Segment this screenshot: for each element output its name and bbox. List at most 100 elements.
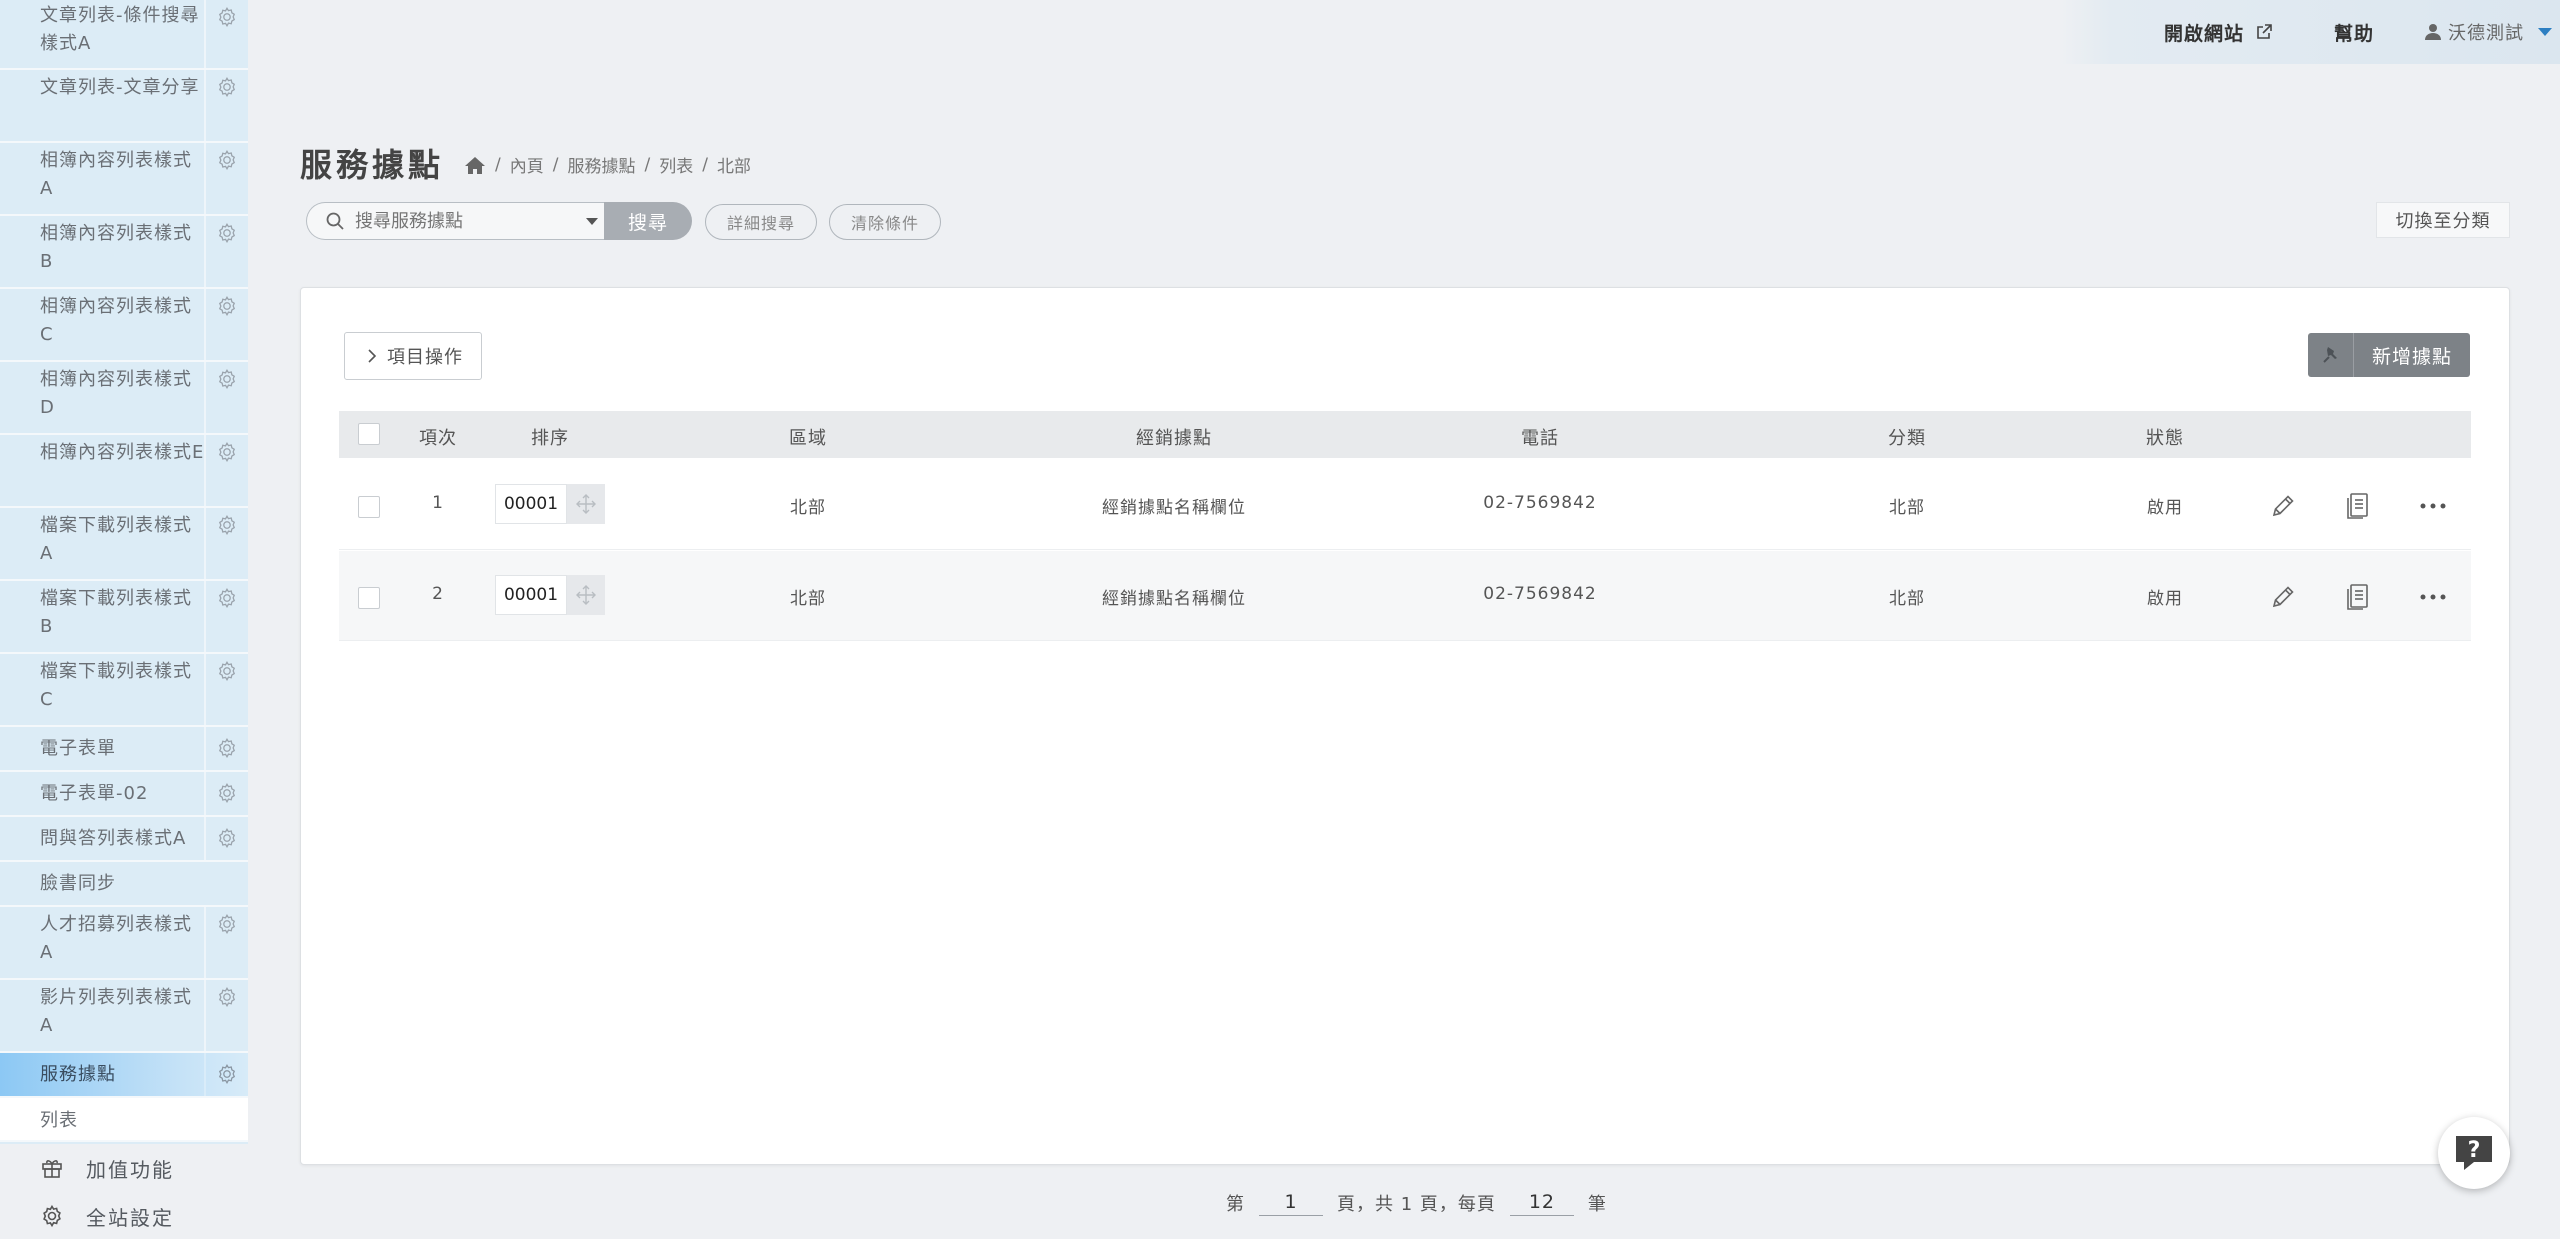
breadcrumb-separator: /: [702, 154, 708, 175]
sidebar-item-recruit-a[interactable]: 人才招募列表樣式A: [0, 907, 248, 980]
home-icon[interactable]: [464, 155, 486, 175]
copy-document-icon[interactable]: [2340, 488, 2376, 524]
item-operations-button[interactable]: 項目操作: [344, 332, 482, 380]
sidebar-item-download-c[interactable]: 檔案下載列表樣式C: [0, 654, 248, 727]
add-location-button[interactable]: 新增據點: [2308, 333, 2470, 377]
per-page-input[interactable]: 12: [1509, 1191, 1574, 1216]
gear-icon[interactable]: [204, 508, 248, 579]
cell-index: 1: [432, 493, 444, 513]
gear-icon[interactable]: [204, 70, 248, 141]
switch-to-category-button[interactable]: 切換至分類: [2376, 202, 2510, 238]
clear-filters-button[interactable]: 清除條件: [829, 204, 941, 240]
sidebar-item-label: 人才招募列表樣式A: [40, 914, 192, 963]
sidebar-item-label: 臉書同步: [40, 873, 116, 894]
order-input[interactable]: 00001: [495, 575, 567, 615]
order-control: 00001: [495, 484, 605, 524]
table-header: 項次 排序 區域 經銷據點 電話 分類 狀態: [339, 411, 2471, 458]
sidebar-item-article-search-a[interactable]: 文章列表-條件搜尋樣式A: [0, 0, 248, 70]
gear-icon[interactable]: [204, 907, 248, 978]
sidebar-subitem-list[interactable]: 列表: [0, 1098, 248, 1142]
column-header: 排序: [531, 428, 569, 449]
sidebar: 文章列表-條件搜尋樣式A 文章列表-文章分享 相簿內容列表樣式A 相簿內容列表樣…: [0, 0, 248, 1239]
sidebar-item-facebook-sync[interactable]: 臉書同步: [0, 862, 248, 907]
chevron-down-icon: [2538, 28, 2552, 36]
page-title: 服務據點: [300, 146, 445, 184]
breadcrumb-item[interactable]: 內頁: [510, 152, 544, 177]
gear-icon[interactable]: [204, 581, 248, 652]
breadcrumb-separator: /: [552, 154, 559, 175]
top-bar: 開啟網站 幫助 沃德測試: [2060, 0, 2560, 64]
sidebar-item-eform[interactable]: 電子表單: [0, 727, 248, 772]
edit-pencil-icon[interactable]: [2265, 488, 2301, 524]
pin-icon: [2308, 333, 2354, 377]
sidebar-item-label: 檔案下載列表樣式C: [40, 661, 192, 710]
drag-handle-icon[interactable]: [567, 484, 605, 524]
gear-icon[interactable]: [204, 772, 248, 815]
order-input[interactable]: 00001: [495, 484, 567, 524]
sidebar-item-album-d[interactable]: 相簿內容列表樣式D: [0, 362, 248, 435]
external-link-icon: [2257, 24, 2272, 39]
sidebar-subitem-label: 列表: [40, 1110, 78, 1131]
sidebar-item-addons[interactable]: 加值功能: [0, 1144, 248, 1192]
item-operations-label: 項目操作: [387, 347, 463, 368]
column-header: 分類: [1888, 428, 1926, 449]
sidebar-item-article-share[interactable]: 文章列表-文章分享: [0, 70, 248, 143]
more-options-icon[interactable]: [2415, 488, 2451, 524]
sidebar-item-label: 電子表單: [40, 738, 116, 759]
table-row: 2 00001 北部 經銷據點名稱欄位 02-7569842 北部 啟用: [339, 551, 2471, 641]
gear-icon[interactable]: [204, 143, 248, 214]
settings-icon: [43, 1204, 61, 1228]
sidebar-item-album-c[interactable]: 相簿內容列表樣式C: [0, 289, 248, 362]
page-number-input[interactable]: 1: [1259, 1191, 1323, 1216]
column-header: 狀態: [2146, 428, 2184, 449]
cell-region: 北部: [790, 589, 826, 609]
sidebar-item-label: 加值功能: [86, 1157, 174, 1182]
advanced-search-button[interactable]: 詳細搜尋: [705, 204, 817, 240]
gear-icon[interactable]: [204, 289, 248, 360]
drag-handle-icon[interactable]: [567, 575, 605, 615]
cell-category: 北部: [1889, 589, 1925, 609]
gear-icon[interactable]: [204, 362, 248, 433]
cell-status: 啟用: [2147, 498, 2183, 518]
sidebar-item-site-settings[interactable]: 全站設定: [0, 1192, 248, 1239]
search-field: [306, 202, 606, 240]
search-dropdown-caret-icon[interactable]: [586, 218, 598, 225]
sidebar-item-album-b[interactable]: 相簿內容列表樣式B: [0, 216, 248, 289]
sidebar-item-label: 電子表單-02: [40, 783, 149, 804]
sidebar-item-faq-a[interactable]: 問與答列表樣式A: [0, 817, 248, 862]
edit-pencil-icon[interactable]: [2265, 579, 2301, 615]
sidebar-item-album-e[interactable]: 相簿內容列表樣式E: [0, 435, 248, 508]
open-site-link[interactable]: 開啟網站: [2164, 19, 2274, 46]
breadcrumb-item[interactable]: 列表: [659, 152, 693, 177]
sidebar-item-album-a[interactable]: 相簿內容列表樣式A: [0, 143, 248, 216]
sidebar-item-label: 影片列表列表樣式A: [40, 987, 192, 1036]
breadcrumb-item[interactable]: 服務據點: [567, 152, 635, 177]
sidebar-item-video-a[interactable]: 影片列表列表樣式A: [0, 980, 248, 1053]
gear-icon[interactable]: [204, 435, 248, 506]
select-all-checkbox[interactable]: [358, 423, 380, 445]
gear-icon[interactable]: [204, 0, 248, 68]
more-options-icon[interactable]: [2415, 579, 2451, 615]
user-icon: [2425, 24, 2441, 40]
search-button[interactable]: 搜尋: [604, 202, 692, 240]
sidebar-item-eform-02[interactable]: 電子表單-02: [0, 772, 248, 817]
gear-icon[interactable]: [204, 1053, 248, 1096]
cell-dealer: 經銷據點名稱欄位: [1102, 589, 1246, 609]
row-checkbox[interactable]: [358, 496, 380, 518]
gear-icon[interactable]: [204, 727, 248, 770]
sidebar-item-service-points[interactable]: 服務據點: [0, 1053, 248, 1098]
copy-document-icon[interactable]: [2340, 579, 2376, 615]
breadcrumb: / 內頁 / 服務據點 / 列表 / 北部: [464, 152, 751, 177]
user-menu[interactable]: 沃德測試: [2424, 19, 2552, 45]
column-header: 經銷據點: [1136, 428, 1212, 449]
gear-icon[interactable]: [204, 817, 248, 860]
gear-icon[interactable]: [204, 654, 248, 725]
search-input[interactable]: [355, 210, 575, 232]
gear-icon[interactable]: [204, 216, 248, 287]
sidebar-item-download-a[interactable]: 檔案下載列表樣式A: [0, 508, 248, 581]
sidebar-item-download-b[interactable]: 檔案下載列表樣式B: [0, 581, 248, 654]
row-checkbox[interactable]: [358, 587, 380, 609]
help-link[interactable]: 幫助: [2334, 19, 2374, 46]
gear-icon[interactable]: [204, 980, 248, 1051]
help-chat-button[interactable]: ?: [2438, 1117, 2510, 1189]
